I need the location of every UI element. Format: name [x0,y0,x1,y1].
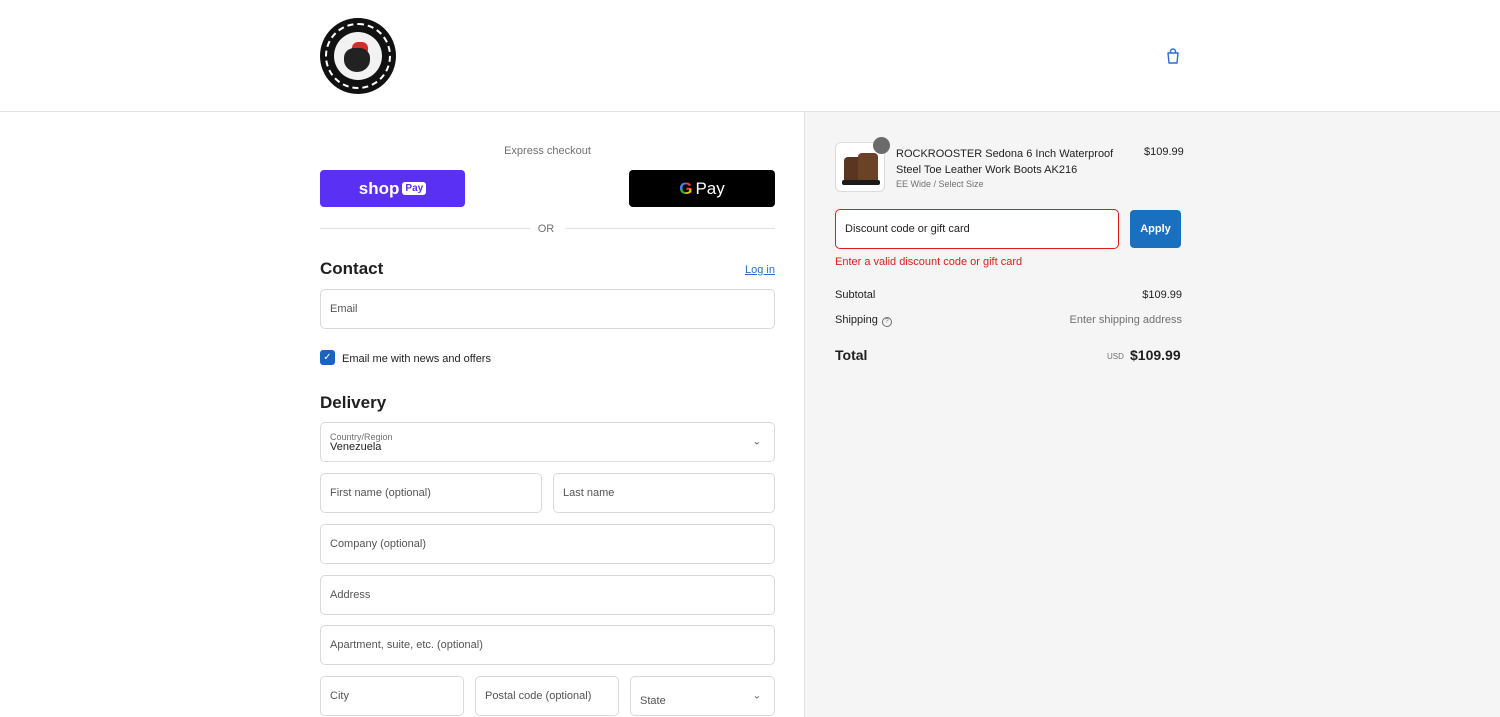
express-checkout-label: Express checkout [504,145,591,157]
first-name-placeholder: First name (optional) [330,487,431,499]
or-divider-text: OR [537,223,555,235]
country-select[interactable]: Country/Region Venezuela ⌄ [320,422,775,462]
newsletter-label: Email me with news and offers [342,353,491,365]
company-placeholder: Company (optional) [330,538,426,550]
apartment-placeholder: Apartment, suite, etc. (optional) [330,639,483,651]
newsletter-checkbox[interactable]: ✓ [320,350,335,365]
discount-placeholder: Discount code or gift card [845,223,970,235]
postal-code-field[interactable]: Postal code (optional) [475,676,619,716]
logo-rooster [344,48,370,72]
state-placeholder: State [640,694,666,707]
product-variant: EE Wide / Select Size [896,179,984,189]
google-g-icon: G [679,178,693,198]
delivery-title: Delivery [320,393,387,412]
subtotal-label: Subtotal [835,289,876,301]
chevron-down-icon: ⌄ [752,690,761,702]
or-divider-left [320,228,530,229]
order-summary-panel [804,112,1500,717]
header [0,0,1500,112]
address-placeholder: Address [330,589,371,601]
shipping-value: Enter shipping address [1069,314,1182,326]
shop-pay-text: shop [358,178,400,198]
product-price: $109.99 [1144,146,1184,158]
last-name-field[interactable]: Last name [553,473,775,513]
email-placeholder: Email [330,303,358,315]
shop-pay-button[interactable]: shop Pay [320,170,465,207]
country-value: Venezuela [330,441,382,453]
discount-code-field[interactable]: Discount code or gift card [835,209,1119,249]
city-field[interactable]: City [320,676,464,716]
google-pay-button[interactable]: G Pay [629,170,775,207]
google-pay-text: Pay [695,178,725,198]
shop-pay-pill: Pay [402,182,427,195]
discount-error-message: Enter a valid discount code or gift card [835,256,1023,268]
shipping-label: Shipping [835,314,878,326]
last-name-placeholder: Last name [563,487,615,499]
boot-sole [842,180,880,185]
subtotal-value: $109.99 [1142,289,1182,301]
apartment-field[interactable]: Apartment, suite, etc. (optional) [320,625,775,665]
help-circle-icon[interactable]: ? [881,317,892,327]
city-placeholder: City [330,690,349,702]
address-field[interactable]: Address [320,575,775,615]
quantity-badge [873,137,890,154]
boot-image-right [858,153,878,181]
check-icon: ✓ [323,352,332,363]
first-name-field[interactable]: First name (optional) [320,473,542,513]
apply-discount-button[interactable]: Apply [1130,210,1181,248]
product-name: ROCKROOSTER Sedona 6 Inch Waterproof Ste… [896,148,1114,176]
contact-title: Contact [320,259,384,278]
shipping-row: Shipping? [835,314,892,327]
total-label: Total [835,347,868,363]
email-field[interactable]: Email [320,289,775,329]
company-field[interactable]: Company (optional) [320,524,775,564]
postal-placeholder: Postal code (optional) [485,690,592,702]
state-select[interactable]: State ⌄ [630,676,775,716]
total-value: $109.99 [1130,347,1181,363]
login-link[interactable]: Log in [745,264,775,276]
store-logo[interactable] [320,18,396,94]
total-currency: USD [1107,352,1124,361]
shopping-bag-icon[interactable] [1164,47,1182,65]
chevron-down-icon: ⌄ [752,436,761,448]
or-divider-right [565,228,775,229]
